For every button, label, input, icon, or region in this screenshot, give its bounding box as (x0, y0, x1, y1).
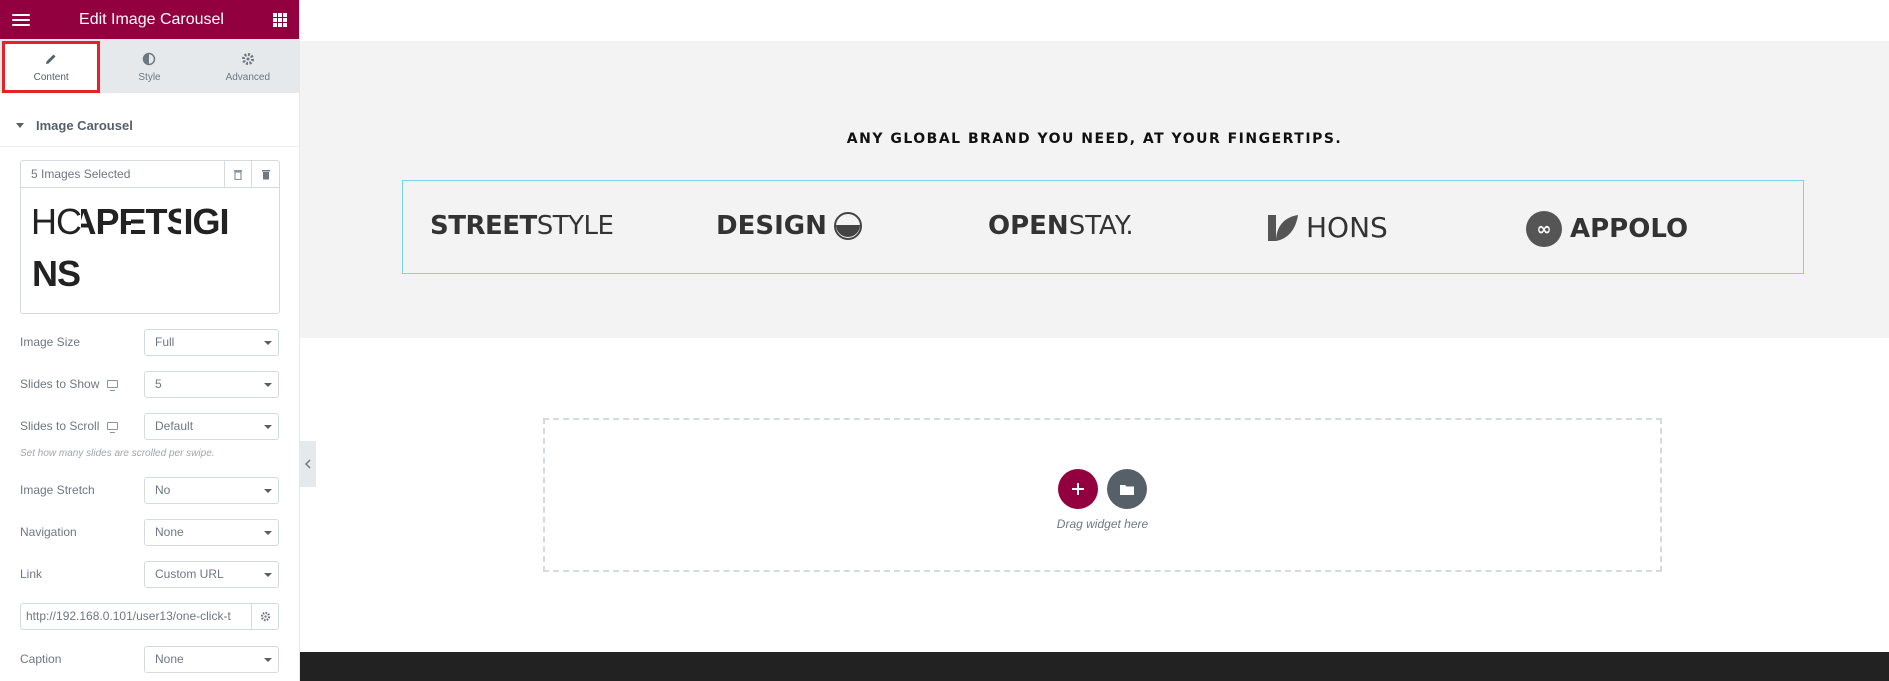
menu-icon[interactable] (12, 13, 30, 26)
caret-down-icon (16, 123, 24, 128)
url-control: http://192.168.0.101/user13/one-click-t (20, 603, 279, 630)
infinity-logo-icon: ∞ (1526, 211, 1562, 247)
leaf-logo-icon (1268, 214, 1298, 241)
gallery-toolbar: 5 Images Selected (21, 161, 279, 188)
gallery-control[interactable]: 5 Images Selected HC APP ETS IGI NS (20, 160, 280, 314)
image-size-label: Image Size (20, 335, 81, 349)
logo-appolo: ∞ APPOLO (1526, 211, 1688, 247)
brand-section[interactable]: ANY GLOBAL BRAND YOU NEED, AT YOUR FINGE… (300, 41, 1889, 338)
pencil-icon (46, 54, 56, 64)
control-caption: Caption None (20, 638, 279, 680)
gallery-thumb: APP (81, 201, 131, 242)
logo-design: DESIGN (716, 211, 863, 241)
link-select[interactable]: Custom URL (144, 560, 279, 588)
brand-heading: ANY GLOBAL BRAND YOU NEED, AT YOUR FINGE… (846, 131, 1343, 147)
logo-text-bold: APPOLO (1570, 214, 1689, 244)
page-footer (300, 652, 1889, 681)
collapse-panel-button[interactable] (300, 441, 316, 487)
image-stretch-select[interactable]: No (144, 476, 279, 504)
logo-hons: HONS (1266, 211, 1388, 244)
gear-icon (260, 611, 270, 622)
gallery-trash-button[interactable] (225, 161, 252, 187)
logo-streetstyle: STREET STYLE (430, 211, 614, 241)
gear-icon (241, 52, 254, 65)
control-navigation: Navigation None (20, 511, 279, 553)
image-stretch-label: Image Stretch (20, 483, 95, 497)
panel-title: Edit Image Carousel (79, 10, 224, 28)
logo-text-light: STAY. (1068, 211, 1134, 241)
drop-zone-text: Drag widget here (1056, 517, 1149, 531)
half-circle-icon (143, 52, 156, 65)
url-input[interactable]: http://192.168.0.101/user13/one-click-t (20, 603, 252, 630)
section-title: Image Carousel (36, 118, 133, 133)
slides-to-scroll-hint: Set how many slides are scrolled per swi… (20, 448, 215, 459)
slides-to-scroll-label: Slides to Scroll (20, 419, 100, 433)
tab-style-label: Style (138, 71, 161, 83)
logo-text-bold: OPEN (988, 211, 1069, 241)
tab-style[interactable]: Style (100, 41, 198, 93)
widgets-grid-icon[interactable] (273, 12, 287, 27)
section-header-image-carousel[interactable]: Image Carousel (0, 105, 299, 147)
tab-content-label: Content (33, 71, 69, 83)
control-slides-to-scroll: Slides to Scroll Default (20, 405, 279, 447)
control-image-stretch: Image Stretch No (20, 469, 279, 511)
image-size-select[interactable]: Full (144, 328, 279, 356)
image-carousel[interactable]: STREET STYLE DESIGN OPEN STAY. HONS ∞ APPO… (402, 180, 1804, 274)
svg-text:∞: ∞ (1537, 219, 1552, 240)
editor-panel: Edit Image Carousel Content Style Advanc… (0, 0, 300, 681)
logo-text-light: STYLE (536, 211, 614, 241)
link-label: Link (20, 567, 43, 581)
panel-body: Image Carousel 5 Images Selected HC APP … (0, 105, 299, 680)
url-options-button[interactable] (252, 603, 279, 630)
panel-header: Edit Image Carousel (0, 0, 299, 39)
plus-icon (1072, 483, 1084, 495)
logo-text-light: HONS (1306, 211, 1388, 244)
control-slides-to-show: Slides to Show 5 (20, 363, 279, 405)
gallery-count: 5 Images Selected (21, 161, 225, 187)
gallery-thumb: HC (31, 201, 81, 242)
logo-openstay: OPEN STAY. (988, 211, 1134, 241)
desktop-icon[interactable] (107, 422, 119, 433)
tab-advanced[interactable]: Advanced (199, 41, 297, 93)
gallery-thumbnails[interactable]: HC APP ETS IGI NS (21, 188, 279, 313)
navigation-select[interactable]: None (144, 518, 279, 546)
preview-canvas: ANY GLOBAL BRAND YOU NEED, AT YOUR FINGE… (300, 0, 1889, 681)
chevron-left-icon (305, 459, 311, 469)
slides-to-scroll-select[interactable]: Default (144, 412, 279, 440)
desktop-icon[interactable] (107, 380, 119, 391)
gallery-delete-button[interactable] (252, 161, 279, 187)
folder-icon (1120, 484, 1134, 495)
navigation-label: Navigation (20, 525, 77, 539)
add-template-button[interactable] (1107, 469, 1147, 509)
logo-text-bold: STREET (430, 211, 537, 241)
tab-advanced-label: Advanced (225, 71, 271, 83)
logo-text-bold: DESIGN (716, 211, 827, 241)
panel-tabs: Content Style Advanced (0, 39, 299, 93)
widget-drop-zone[interactable]: Drag widget here (543, 418, 1662, 572)
gallery-thumb: IGI (183, 201, 229, 242)
trash-icon (261, 169, 270, 179)
trash-icon (234, 169, 242, 180)
gallery-thumb: NS (31, 253, 81, 294)
tab-content[interactable]: Content (2, 41, 101, 93)
slides-to-show-select[interactable]: 5 (144, 370, 279, 398)
slides-to-show-label: Slides to Show (20, 377, 100, 391)
drop-zone-buttons (1058, 469, 1147, 509)
control-link: Link Custom URL (20, 553, 279, 595)
gallery-thumb: ETS (131, 201, 181, 242)
caption-label: Caption (20, 652, 62, 666)
control-image-size: Image Size Full (20, 321, 279, 363)
add-section-button[interactable] (1058, 469, 1098, 509)
half-circle-logo-icon (833, 212, 862, 240)
caption-select[interactable]: None (144, 645, 279, 673)
